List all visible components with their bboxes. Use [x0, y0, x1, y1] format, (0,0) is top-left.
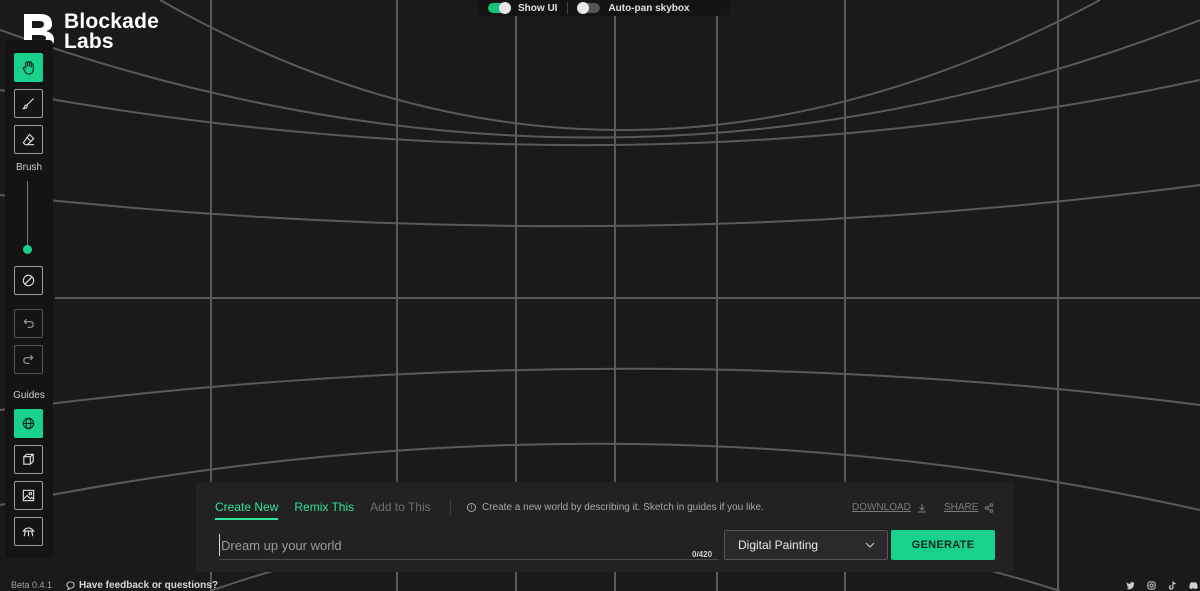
show-ui-toggle[interactable]: Show UI: [488, 2, 558, 14]
tiktok-icon[interactable]: [1168, 581, 1177, 590]
chevron-down-icon: [865, 542, 875, 548]
eraser-icon: [22, 133, 35, 146]
brush-size-slider[interactable]: [27, 181, 28, 251]
room-guide-button[interactable]: [14, 517, 43, 546]
instagram-icon[interactable]: [1147, 581, 1156, 590]
globe-guide-button[interactable]: [14, 409, 43, 438]
clear-button[interactable]: [14, 266, 43, 295]
auto-pan-switch[interactable]: [577, 2, 601, 14]
room-icon: [22, 527, 35, 537]
cube-icon: [23, 453, 34, 465]
social-links: [1126, 581, 1198, 590]
share-button[interactable]: SHARE: [944, 502, 994, 513]
brush-size-handle[interactable]: [23, 245, 32, 254]
prompt-field: [219, 534, 719, 560]
tab-create-new[interactable]: Create New: [215, 500, 279, 520]
twitter-icon[interactable]: [1126, 581, 1135, 590]
download-button[interactable]: DOWNLOAD: [852, 502, 927, 513]
cube-guide-button[interactable]: [14, 445, 43, 474]
show-ui-label: Show UI: [518, 2, 558, 14]
discord-icon[interactable]: [1189, 581, 1198, 590]
tab-remix-this[interactable]: Remix This: [294, 500, 354, 520]
character-counter: 0/420: [692, 550, 713, 559]
auto-pan-label: Auto-pan skybox: [608, 2, 690, 14]
undo-icon: [23, 318, 34, 328]
globe-icon: [22, 417, 35, 430]
redo-button[interactable]: [14, 345, 43, 374]
download-label: DOWNLOAD: [852, 502, 911, 513]
chat-bubble-icon: [66, 581, 75, 590]
brush-icon: [22, 97, 35, 110]
brand-line-1: Blockade: [64, 10, 159, 33]
brush-label: Brush: [15, 162, 43, 173]
mode-tabs: Create New Remix This Add to This: [215, 500, 431, 520]
generation-panel: Create New Remix This Add to This i Crea…: [196, 482, 1014, 572]
share-label: SHARE: [944, 502, 979, 513]
skybox-viewport[interactable]: Blockade Labs Show UI Auto-pan skybox Br…: [0, 0, 1200, 591]
style-value: Digital Painting: [738, 538, 819, 552]
image-icon: [22, 489, 35, 502]
tab-add-to-this[interactable]: Add to This: [370, 500, 430, 520]
feedback-link[interactable]: Have feedback or questions?: [66, 580, 218, 591]
feedback-text: Have feedback or questions?: [79, 580, 218, 591]
info-icon: i: [467, 503, 476, 512]
clear-circle-icon: [22, 274, 35, 287]
brand-name: Blockade Labs: [64, 10, 159, 53]
view-toggles: Show UI Auto-pan skybox: [478, 0, 730, 16]
show-ui-switch[interactable]: [488, 2, 511, 14]
share-icon: [985, 502, 994, 513]
download-icon: [917, 503, 926, 512]
brush-tool-button[interactable]: [14, 89, 43, 118]
style-dropdown[interactable]: Digital Painting: [724, 530, 888, 560]
eraser-tool-button[interactable]: [14, 125, 43, 154]
tabs-divider: [450, 499, 451, 515]
redo-icon: [23, 354, 34, 364]
auto-pan-toggle[interactable]: Auto-pan skybox: [577, 2, 690, 14]
generate-button[interactable]: GENERATE: [891, 530, 995, 560]
hand-icon: [22, 60, 34, 75]
version-label: Beta 0.4.1: [11, 580, 53, 590]
brand-line-2: Labs: [64, 30, 114, 53]
mode-hint: i Create a new world by describing it. S…: [467, 502, 764, 513]
toggle-divider: [567, 2, 569, 14]
guides-label: Guides: [13, 390, 45, 401]
pan-tool-button[interactable]: [14, 53, 43, 82]
left-toolbar: Brush Guides: [5, 40, 53, 558]
image-guide-button[interactable]: [14, 481, 43, 510]
undo-button[interactable]: [14, 309, 43, 338]
hint-text: Create a new world by describing it. Ske…: [482, 502, 764, 513]
prompt-input[interactable]: [219, 534, 719, 556]
